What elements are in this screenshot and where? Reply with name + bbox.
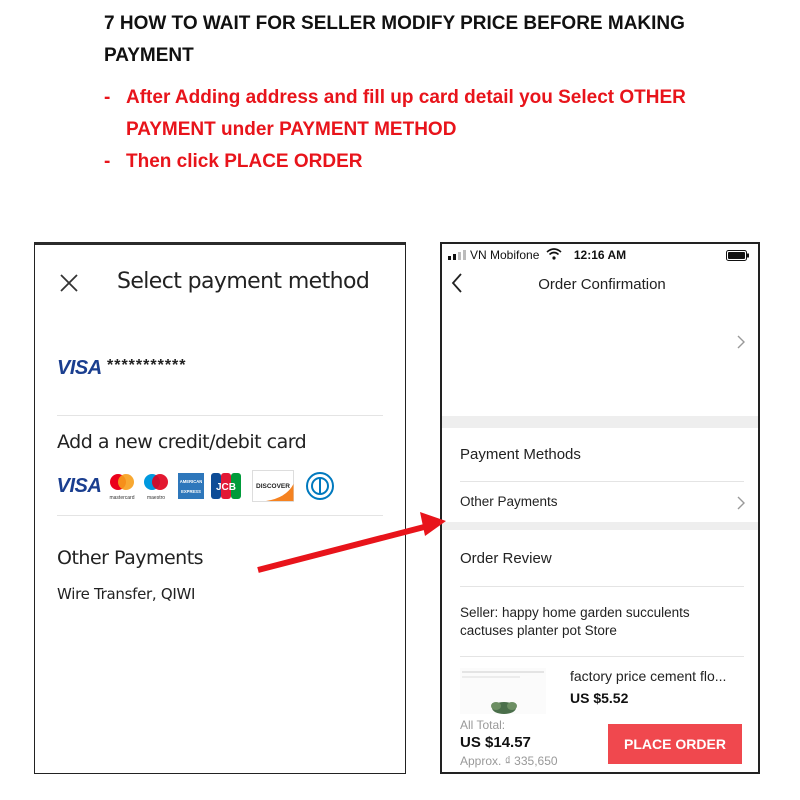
close-icon[interactable]: [57, 271, 81, 295]
instruction-text: Then click PLACE ORDER: [126, 151, 363, 172]
card-brand-list: VISA mastercard maestro AMERICAN EXPRESS: [57, 469, 397, 505]
svg-text:AMERICAN: AMERICAN: [180, 479, 203, 484]
screen-title: Select payment method: [117, 269, 370, 294]
shipping-address-row[interactable]: [442, 304, 758, 414]
divider: [460, 656, 744, 657]
page-heading: 7 HOW TO WAIT FOR SELLER MODIFY PRICE BE…: [104, 13, 685, 66]
payment-methods-label: Payment Methods: [460, 446, 581, 463]
discover-icon: DISCOVER: [251, 469, 295, 503]
instruction-2: - Then click PLACE ORDER: [104, 146, 724, 178]
amex-icon: AMERICAN EXPRESS: [177, 469, 205, 503]
status-time: 12:16 AM: [573, 248, 627, 262]
product-thumbnail[interactable]: [460, 668, 546, 714]
divider: [57, 415, 383, 416]
svg-text:maestro: maestro: [147, 495, 165, 501]
visa-icon: VISA: [57, 357, 102, 379]
instruction-dash: -: [104, 151, 111, 172]
seller-name: Seller: happy home garden succulents cac…: [460, 605, 690, 638]
section-separator: [442, 416, 758, 428]
instruction-dash: -: [104, 87, 111, 108]
order-confirmation-screen: VN Mobifone 12:16 AM Order Confirmation …: [440, 242, 760, 774]
place-order-button[interactable]: PLACE ORDER: [608, 724, 742, 764]
chevron-right-icon: [737, 335, 745, 349]
jcb-icon: JCB: [211, 469, 241, 503]
instruction-text: After Adding address and fill up card de…: [126, 87, 686, 140]
diners-icon: [303, 469, 337, 503]
svg-text:EXPRESS: EXPRESS: [181, 489, 201, 494]
mastercard-icon: mastercard: [107, 469, 137, 503]
other-payments-option[interactable]: Other Payments: [57, 547, 204, 569]
chevron-right-icon: [737, 496, 745, 510]
total-approx: Approx. ₫ 335,650: [460, 754, 558, 768]
maestro-icon: maestro: [141, 469, 171, 503]
divider: [460, 481, 744, 482]
total-amount: US $14.57: [460, 734, 531, 751]
other-payments-description: Wire Transfer, QIWI: [57, 585, 196, 603]
screen-title: Order Confirmation: [538, 276, 666, 293]
order-review-label: Order Review: [460, 550, 552, 567]
battery-icon: [726, 250, 749, 261]
instruction-1: - After Adding address and fill up card …: [104, 82, 724, 146]
divider: [57, 515, 383, 516]
section-separator: [442, 522, 758, 530]
visa-icon: VISA: [56, 474, 102, 497]
select-payment-screen: Select payment method VISA *********** A…: [34, 242, 406, 774]
svg-text:mastercard: mastercard: [109, 495, 134, 501]
product-name[interactable]: factory price cement flo...: [570, 668, 726, 684]
svg-text:JCB: JCB: [216, 482, 236, 493]
total-label: All Total:: [460, 718, 506, 732]
card-number: ***********: [107, 357, 187, 374]
nav-bar: Order Confirmation: [442, 268, 758, 302]
other-payments-label: Other Payments: [460, 494, 558, 509]
divider: [460, 586, 744, 587]
saved-card-option[interactable]: VISA ***********: [57, 353, 387, 393]
other-payments-row[interactable]: Other Payments: [442, 484, 758, 520]
svg-text:DISCOVER: DISCOVER: [256, 483, 290, 490]
status-bar: VN Mobifone 12:16 AM: [442, 244, 758, 266]
add-card-option[interactable]: Add a new credit/debit card: [57, 431, 307, 453]
product-price: US $5.52: [570, 690, 629, 706]
